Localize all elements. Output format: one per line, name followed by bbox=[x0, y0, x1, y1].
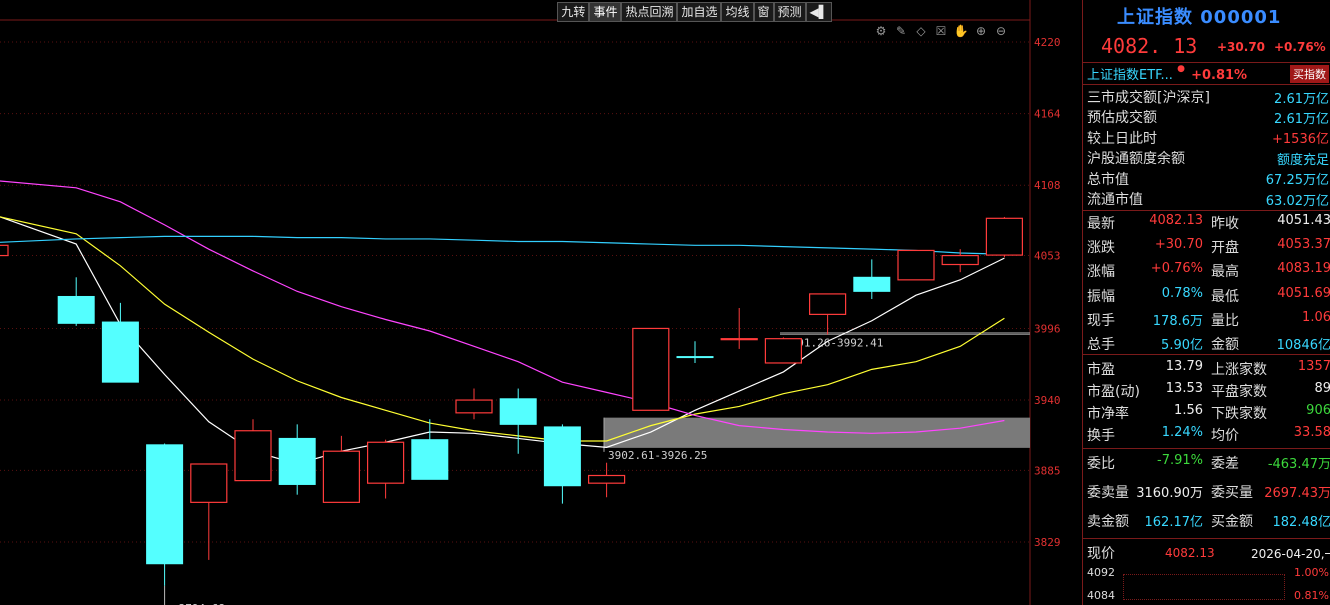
jiuzhuan-button[interactable]: 九转 bbox=[557, 2, 590, 22]
moving-average-line bbox=[0, 235, 1005, 255]
candle-body bbox=[587, 474, 626, 484]
candle-body bbox=[808, 293, 847, 315]
moving-average-line bbox=[0, 180, 1005, 434]
index-change-pct: +0.76% bbox=[1274, 40, 1326, 54]
quote-row: 市盈 13.79 上涨家数 1357 bbox=[1087, 359, 1330, 378]
quote-row: 市盈(动) 13.53 平盘家数 89 bbox=[1087, 381, 1330, 400]
zoom-out-icon[interactable]: ⊖ bbox=[993, 24, 1009, 38]
quote-row: 振幅 0.78% 最低 4051.69 bbox=[1087, 285, 1330, 305]
quote-row: 市净率 1.56 下跌家数 906 bbox=[1087, 403, 1330, 422]
candle-body bbox=[720, 338, 758, 341]
add-watchlist-button[interactable]: 加自选 bbox=[677, 2, 722, 22]
draw-pen-icon[interactable]: ✎ bbox=[893, 24, 909, 38]
candle-body bbox=[101, 321, 139, 383]
candle-body bbox=[367, 441, 405, 484]
candle-body bbox=[278, 437, 316, 485]
candle-body bbox=[234, 430, 272, 482]
y-tick-label: 3940 bbox=[1034, 394, 1061, 407]
candle-body bbox=[897, 249, 935, 281]
candle-body bbox=[411, 439, 449, 480]
quote-row: 涨幅 +0.76% 最高 4083.19 bbox=[1087, 261, 1330, 281]
exit-icon[interactable]: ◀▌ bbox=[805, 2, 832, 22]
y-tick-label: 4164 bbox=[1034, 108, 1061, 121]
candle-body bbox=[853, 276, 891, 292]
index-title: 上证指数 000001 bbox=[1117, 7, 1282, 28]
candle-body bbox=[455, 399, 493, 414]
support-zone-label: 3902.61-3926.25 bbox=[608, 449, 707, 462]
turnover-row: 总市值 67.25万亿 bbox=[1087, 171, 1329, 189]
candle-body bbox=[941, 254, 979, 266]
candle-body bbox=[676, 356, 714, 359]
candle-body bbox=[0, 244, 9, 257]
candle-body bbox=[985, 217, 1024, 256]
chart-toolbar: 九转 事件 热点回溯 加自选 均线 窗 预测 ◀▌ bbox=[557, 2, 832, 22]
candle-body bbox=[57, 295, 95, 324]
candle-body bbox=[632, 327, 670, 411]
y-tick-label: 3996 bbox=[1034, 322, 1061, 335]
index-change: +30.70 bbox=[1217, 40, 1266, 54]
window-button[interactable]: 窗 bbox=[753, 2, 774, 22]
events-button[interactable]: 事件 bbox=[589, 2, 622, 22]
y-tick-label: 4220 bbox=[1034, 36, 1061, 49]
y-tick-label: 3885 bbox=[1034, 464, 1061, 477]
support-zone bbox=[604, 417, 1030, 448]
y-tick-label: 4108 bbox=[1034, 179, 1061, 192]
etf-link[interactable]: 上证指数ETF... ● +0.81% bbox=[1087, 64, 1247, 83]
quote-row: 委比 -7.91% 委差 -463.47万 bbox=[1087, 453, 1330, 472]
zoom-in-icon[interactable]: ⊕ bbox=[973, 24, 989, 38]
hotspot-review-button[interactable]: 热点回溯 bbox=[621, 2, 678, 22]
quote-row: 换手 1.24% 均价 33.58 bbox=[1087, 425, 1330, 444]
candle-body bbox=[764, 338, 803, 364]
kline-chart-area[interactable]: 4220 4164 4108 4053 3996 3940 3885 3829 3902.61-… bbox=[0, 0, 1082, 605]
now-price-row: 现价 4082.13 2026-04-20,一 bbox=[1087, 546, 1330, 562]
index-price: 4082. 13 bbox=[1101, 34, 1198, 58]
turnover-row: 三市成交额[沪深京] 2.61万亿 bbox=[1087, 90, 1329, 107]
moving-average-button[interactable]: 均线 bbox=[721, 2, 754, 22]
buy-index-button[interactable]: 买指数 bbox=[1290, 65, 1329, 83]
quote-row: 卖金额 162.17亿 买金额 182.48亿 bbox=[1087, 514, 1330, 530]
kline-chart[interactable]: 4220 4164 4108 4053 3996 3940 3885 3829 3902.61-… bbox=[0, 0, 1082, 605]
turnover-row: 流通市值 63.02万亿 bbox=[1087, 192, 1329, 209]
settings-icon[interactable]: ⚙ bbox=[873, 24, 889, 38]
candle-body bbox=[190, 463, 228, 503]
quote-row: 委卖量 3160.90万 委买量 2697.43万 bbox=[1087, 485, 1330, 501]
delete-icon[interactable]: ☒ bbox=[933, 24, 949, 38]
candle-body bbox=[146, 444, 184, 565]
turnover-row: 沪股通额度余额 额度充足 bbox=[1087, 151, 1329, 168]
mini-chart: 4092 4084 1.00% 0.81% bbox=[1087, 566, 1329, 602]
quote-row: 现手 178.6万 量比 1.06 bbox=[1087, 309, 1330, 329]
quote-row: 最新 4082.13 昨收 4051.43 bbox=[1087, 213, 1330, 232]
candle-body bbox=[499, 398, 537, 425]
hand-icon[interactable]: ✋ bbox=[953, 24, 969, 38]
y-tick-label: 4053 bbox=[1034, 250, 1061, 263]
forecast-button[interactable]: 预测 bbox=[773, 2, 806, 22]
y-tick-label: 3829 bbox=[1034, 536, 1061, 549]
eraser-icon[interactable]: ◇ bbox=[913, 24, 929, 38]
turnover-row: 预估成交额 2.61万亿 bbox=[1087, 110, 1329, 127]
quote-panel: 上证指数 000001 4082. 13 +30.70 +0.76% 上证指数E… bbox=[1082, 0, 1330, 605]
candle-body bbox=[543, 426, 581, 487]
candle-body bbox=[322, 450, 360, 503]
drawing-tools: ⚙ ✎ ◇ ☒ ✋ ⊕ ⊖ bbox=[873, 24, 1009, 38]
quote-row: 涨跌 +30.70 开盘 4053.37 bbox=[1087, 237, 1330, 257]
turnover-row: 较上日此时 +1536亿 bbox=[1087, 130, 1329, 148]
